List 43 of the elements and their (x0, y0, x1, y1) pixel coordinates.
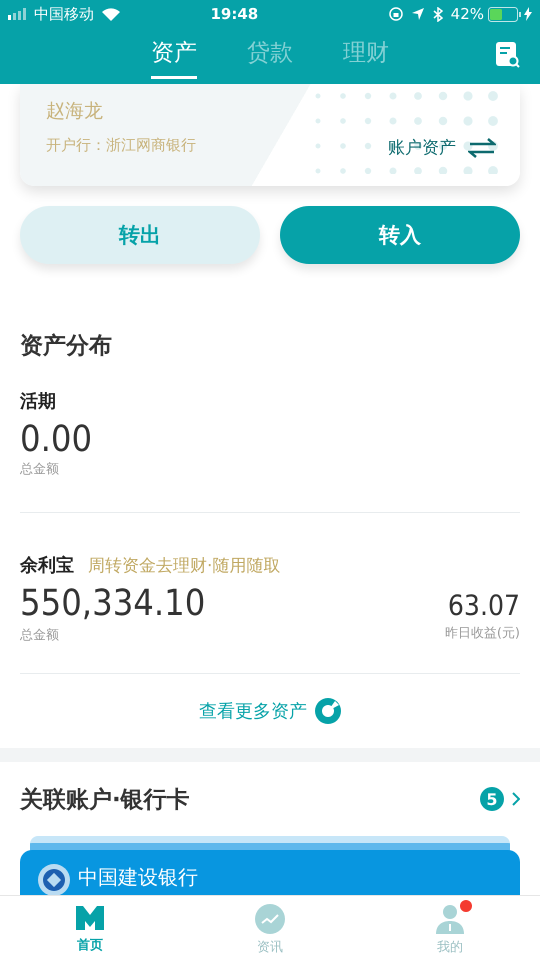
battery-icon (488, 6, 522, 22)
tab[interactable]: 贷款 (247, 33, 293, 79)
more-assets-link[interactable]: 查看更多资产 (199, 699, 307, 723)
yesterday-earnings: 63.07 (448, 589, 520, 622)
amount-label: 总金额 (20, 627, 59, 644)
account-holder-name: 赵海龙 (46, 99, 103, 124)
bill-search-icon[interactable] (496, 42, 520, 68)
count-badge: 5 (480, 787, 504, 811)
nav-tab[interactable]: 首页 (0, 896, 180, 960)
account-switch-button[interactable]: 账户资产 (388, 136, 496, 159)
bluetooth-icon (432, 6, 443, 22)
location-icon (410, 7, 425, 21)
rotation-lock-icon (388, 7, 403, 21)
section-title: 关联账户·银行卡 (20, 786, 190, 814)
opening-bank: 开户行：浙江网商银行 (46, 136, 196, 155)
transfer-in-button[interactable]: 转入 (280, 206, 520, 264)
person-icon (434, 904, 466, 934)
carrier-name: 中国移动 (34, 4, 94, 24)
tagline: 周转资金去理财·随用随取 (88, 554, 280, 576)
bank-card[interactable]: 中国建设银行 (20, 850, 520, 895)
battery-percent: 42% (450, 5, 484, 23)
amount: 550,334.10 (20, 583, 206, 624)
chevron-right-icon[interactable] (512, 792, 520, 806)
account-type: 余利宝 (20, 554, 74, 577)
swap-arrows-icon (468, 138, 496, 158)
tab[interactable]: 资产 (151, 33, 197, 79)
trend-icon (255, 904, 285, 934)
bank-name: 中国建设银行 (78, 864, 198, 891)
nav-tab[interactable]: 资讯 (180, 896, 360, 960)
clock-time: 19:48 (209, 5, 260, 23)
amount-label: 总金额 (20, 461, 60, 478)
transfer-out-button[interactable]: 转出 (20, 206, 260, 264)
tab[interactable]: 理财 (343, 33, 389, 79)
letter-m-icon (74, 904, 106, 932)
wifi-icon (102, 8, 120, 20)
bank-logo-icon (38, 864, 70, 895)
account-type: 活期 (20, 390, 57, 413)
nav-tab[interactable]: 我的 (360, 896, 540, 960)
charging-icon (524, 7, 532, 21)
section-title: 资产分布 (20, 332, 113, 361)
pie-chart-icon (315, 698, 341, 724)
earnings-label: 昨日收益(元) (444, 625, 520, 642)
amount: 0.00 (20, 419, 94, 460)
